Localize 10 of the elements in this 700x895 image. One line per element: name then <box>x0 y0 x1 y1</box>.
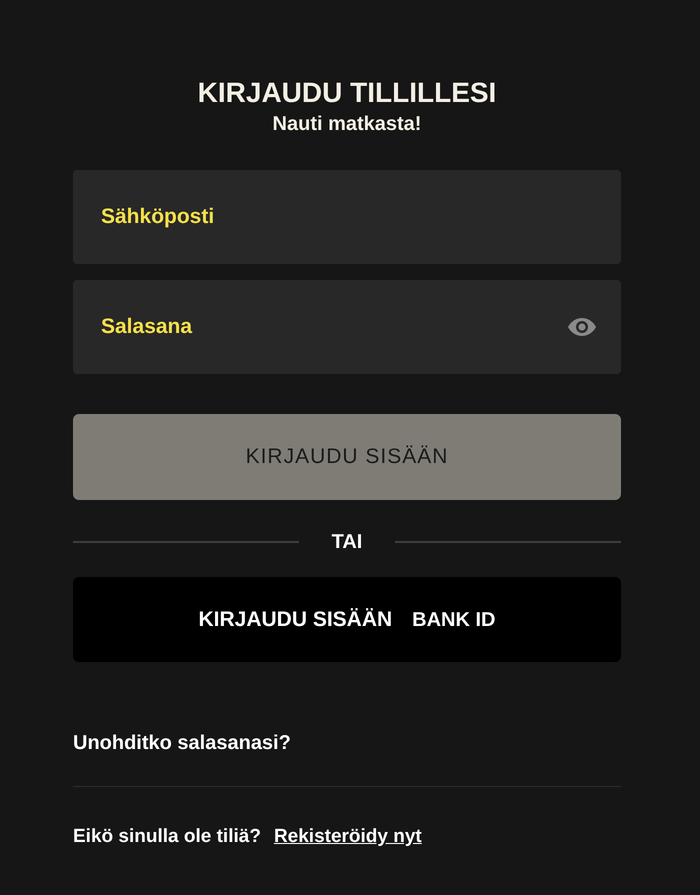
forgot-password-link[interactable]: Unohditko salasanasi? <box>73 728 291 758</box>
register-link[interactable]: Rekisteröidy nyt <box>274 823 422 852</box>
email-field[interactable]: Sähköposti <box>73 170 621 264</box>
divider-label: TAI <box>330 530 364 555</box>
password-field[interactable]: Salasana <box>73 280 621 374</box>
page-title: KIRJAUDU TILLILLESI <box>198 76 496 110</box>
register-prompt: Eikö sinulla ole tiliä? <box>73 825 261 849</box>
subtitle: Nauti matkasta! <box>272 112 422 136</box>
eye-icon[interactable] <box>567 316 597 338</box>
bank-id-button[interactable]: KIRJAUDU SISÄÄN BANK ID <box>73 577 621 662</box>
